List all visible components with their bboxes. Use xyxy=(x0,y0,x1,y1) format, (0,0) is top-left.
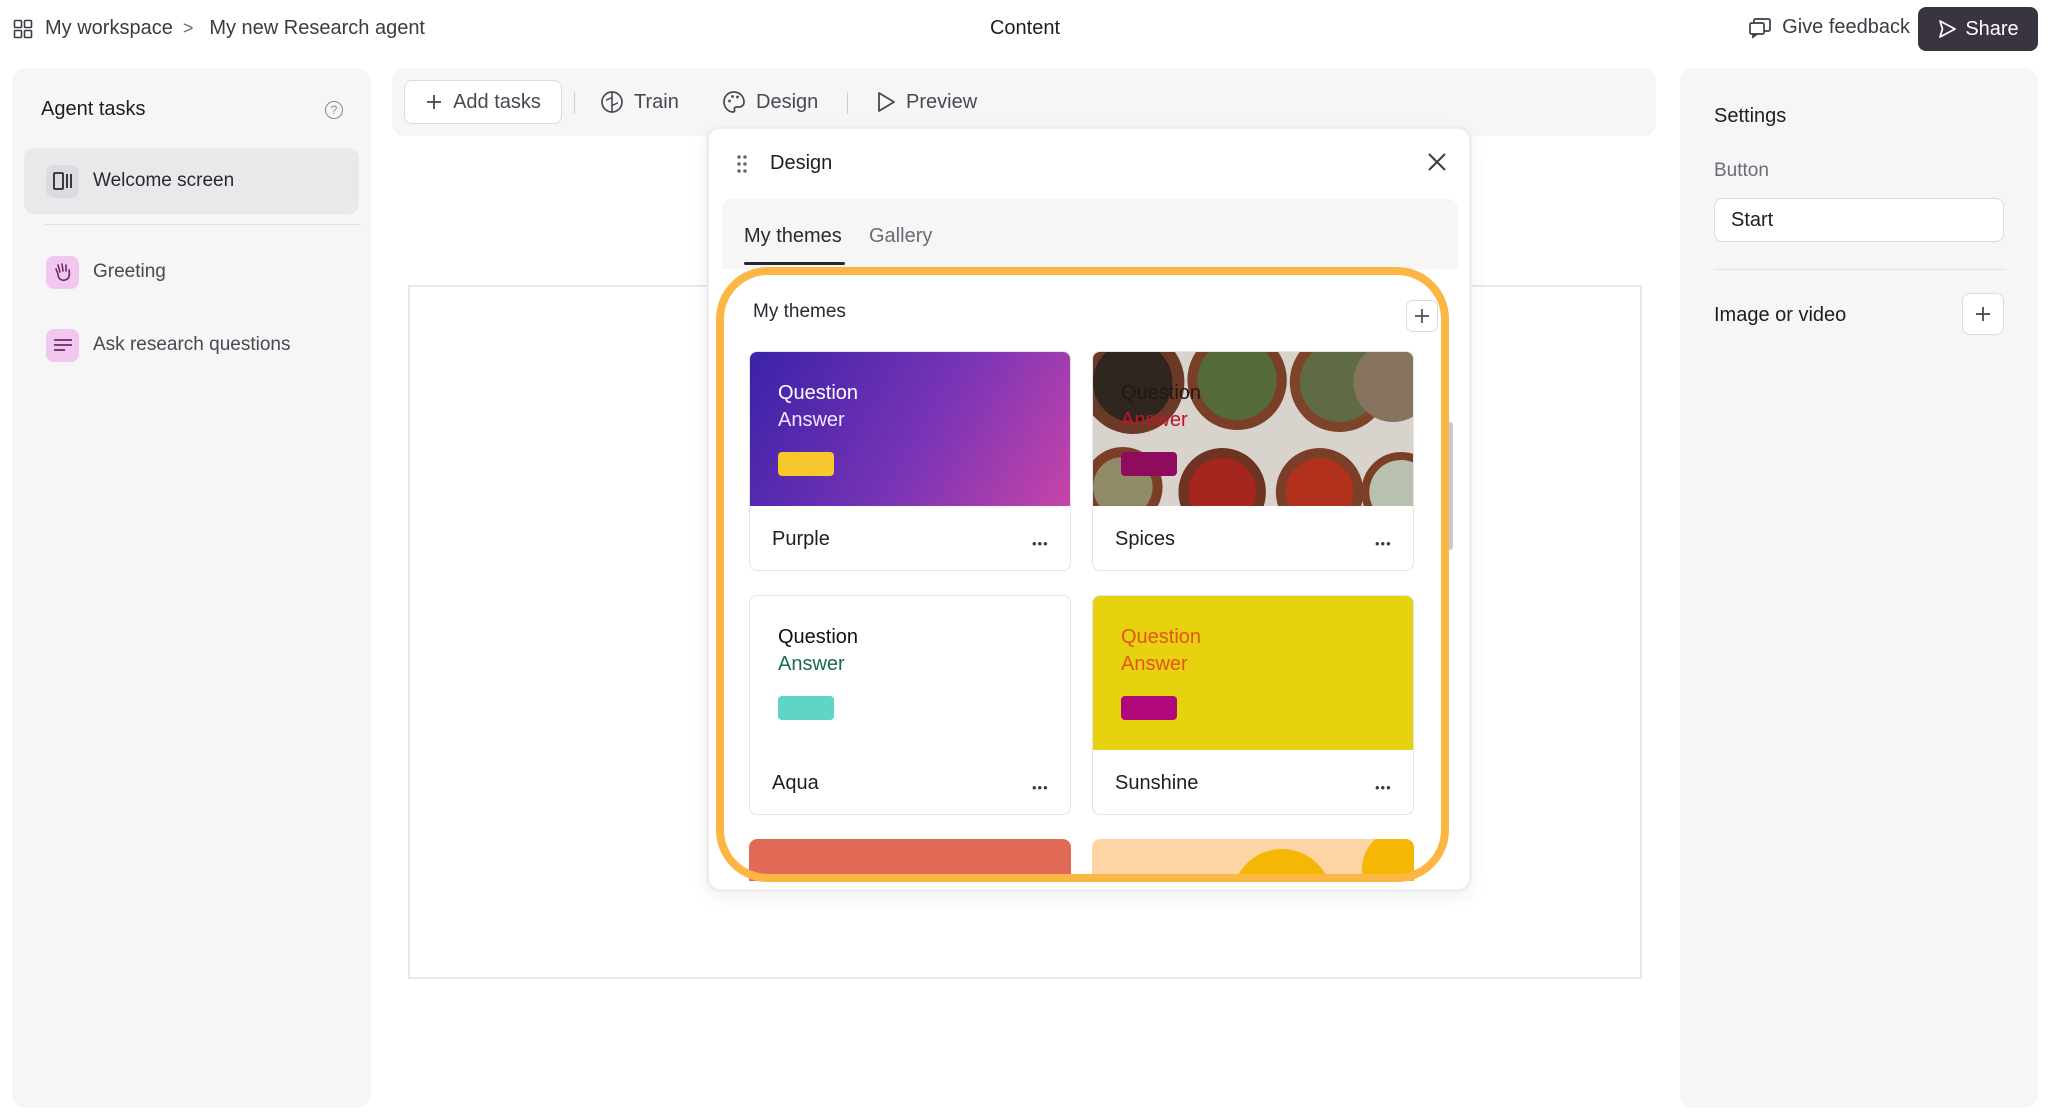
plus-icon xyxy=(1976,307,1990,321)
theme-card-aqua[interactable]: Question Answer Aqua xyxy=(749,595,1071,815)
tasks-divider xyxy=(45,224,361,225)
preview-label: Preview xyxy=(906,90,978,113)
theme-answer-sample: Answer xyxy=(1121,653,1188,675)
theme-name: Spices xyxy=(1115,528,1176,550)
theme-button-swatch xyxy=(778,696,834,720)
theme-card-sunshine[interactable]: Question Answer Sunshine xyxy=(1092,595,1414,815)
settings-title: Settings xyxy=(1714,105,1787,127)
add-tasks-label: Add tasks xyxy=(453,90,541,113)
send-icon xyxy=(1939,20,1957,38)
button-text-input[interactable]: Start xyxy=(1714,198,2004,242)
drag-handle-icon[interactable] xyxy=(736,154,748,174)
give-feedback-label: Give feedback xyxy=(1782,16,1910,38)
theme-button-swatch xyxy=(1121,696,1177,720)
welcome-screen-icon xyxy=(46,164,79,198)
train-label: Train xyxy=(634,90,679,113)
share-button[interactable]: Share xyxy=(1918,7,2038,51)
design-label: Design xyxy=(756,90,819,113)
settings-panel: Settings Button Start Image or video xyxy=(1680,68,2038,1108)
design-dialog: Design My themes Gallery My themes Quest… xyxy=(706,126,1472,892)
more-options-icon[interactable] xyxy=(1032,772,1049,798)
theme-name: Aqua xyxy=(772,772,819,794)
button-field-label: Button xyxy=(1714,160,1769,181)
theme-card-purple[interactable]: Question Answer Purple xyxy=(749,351,1071,571)
theme-answer-sample: Answer xyxy=(778,653,845,675)
theme-answer-sample: Answer xyxy=(1121,409,1188,431)
design-button[interactable]: Design xyxy=(722,80,818,124)
task-label: Greeting xyxy=(93,261,166,282)
theme-question-sample: Question xyxy=(778,626,859,648)
task-label: Welcome screen xyxy=(93,170,235,191)
add-tasks-button[interactable]: Add tasks xyxy=(404,80,562,124)
more-options-icon[interactable] xyxy=(1375,528,1392,554)
agent-tasks-title: Agent tasks xyxy=(41,98,146,120)
theme-button-swatch xyxy=(778,452,834,476)
theme-card-partial[interactable] xyxy=(1092,839,1414,881)
add-theme-button[interactable] xyxy=(1406,300,1438,332)
plus-icon xyxy=(1415,309,1429,323)
theme-preview-shapes xyxy=(1092,839,1414,881)
close-icon[interactable] xyxy=(1426,151,1448,173)
theme-name: Sunshine xyxy=(1115,772,1199,794)
theme-answer-sample: Answer xyxy=(778,409,845,431)
toolbar-divider xyxy=(574,92,575,114)
active-tab-indicator xyxy=(744,262,845,265)
my-themes-heading: My themes xyxy=(753,301,846,322)
theme-question-sample: Question xyxy=(778,382,859,404)
task-ask-research-questions[interactable]: Ask research questions xyxy=(24,312,359,378)
tab-my-themes[interactable]: My themes xyxy=(744,225,842,248)
toolbar-divider xyxy=(847,92,848,114)
task-welcome-screen[interactable]: Welcome screen xyxy=(24,148,359,214)
preview-button[interactable]: Preview xyxy=(876,80,977,124)
theme-card-partial[interactable] xyxy=(749,839,1071,881)
more-options-icon[interactable] xyxy=(1375,772,1392,798)
wave-hand-icon xyxy=(46,255,79,289)
theme-button-swatch xyxy=(1121,452,1177,476)
more-options-icon[interactable] xyxy=(1032,528,1049,554)
add-image-or-video-button[interactable] xyxy=(1962,293,2004,335)
theme-question-sample: Question xyxy=(1121,382,1202,404)
give-feedback-button[interactable]: Give feedback xyxy=(1748,16,1910,39)
themes-tabs-area: My themes Gallery My themes Question Ans… xyxy=(722,199,1458,881)
theme-question-sample: Question xyxy=(1121,626,1202,648)
feedback-icon xyxy=(1749,17,1771,39)
agent-tasks-panel: Agent tasks ? Welcome screen Greeting As… xyxy=(12,68,371,1108)
settings-divider xyxy=(1714,269,2006,270)
lines-icon xyxy=(46,328,79,362)
themes-scrollbar[interactable] xyxy=(1447,422,1453,550)
share-label: Share xyxy=(1965,17,2019,40)
train-button[interactable]: Train xyxy=(600,80,679,124)
top-bar: My workspace > My new Research agent Con… xyxy=(0,0,2048,60)
my-themes-section: My themes Question Answer Purple ••• Que… xyxy=(722,269,1458,881)
page-title: Content xyxy=(989,17,1061,39)
help-icon[interactable]: ? xyxy=(325,101,343,119)
image-or-video-label: Image or video xyxy=(1714,304,1847,326)
theme-card-spices[interactable]: Question Answer Spices xyxy=(1092,351,1414,571)
palette-icon xyxy=(723,91,745,113)
brain-icon xyxy=(601,91,623,113)
play-icon xyxy=(878,92,895,112)
tab-gallery[interactable]: Gallery xyxy=(869,225,932,248)
task-label: Ask research questions xyxy=(93,334,291,355)
theme-name: Purple xyxy=(772,528,830,550)
theme-preview xyxy=(749,839,1071,881)
plus-icon xyxy=(427,95,442,109)
design-dialog-title: Design xyxy=(770,152,833,174)
task-greeting[interactable]: Greeting xyxy=(24,239,359,305)
